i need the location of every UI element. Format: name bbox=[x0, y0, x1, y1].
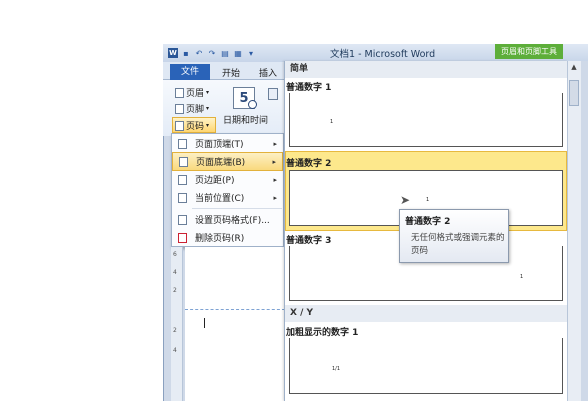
document-parts-icon[interactable] bbox=[268, 88, 278, 100]
ruler-mark: 2 bbox=[173, 287, 177, 294]
menu-item-page-margins[interactable]: 页边距(P) ▸ bbox=[172, 170, 283, 189]
footer-button[interactable]: 页脚 ▾ bbox=[175, 102, 209, 115]
undo-icon[interactable]: ↶ bbox=[194, 48, 204, 58]
gallery-item-bold-number-1[interactable]: 1/1 bbox=[289, 338, 563, 394]
page-top-icon bbox=[178, 138, 187, 149]
menu-item-top-of-page[interactable]: 页面顶端(T) ▸ bbox=[172, 134, 283, 153]
header-button[interactable]: 页眉 ▾ bbox=[175, 86, 209, 99]
gallery-item-label: 普通数字 2 bbox=[286, 159, 332, 169]
context-tab-header-footer-tools[interactable]: 页眉和页脚工具 bbox=[495, 44, 563, 59]
scroll-up-icon[interactable]: ▲ bbox=[568, 62, 580, 73]
mouse-pointer-icon: ➤ bbox=[400, 193, 411, 207]
menu-item-label: 删除页码(R) bbox=[195, 234, 245, 244]
page-number-glyph: 1 bbox=[426, 197, 430, 203]
window-title: 文档1 - Microsoft Word bbox=[330, 49, 436, 60]
text-cursor bbox=[204, 318, 205, 328]
menu-item-label: 页面顶端(T) bbox=[195, 140, 244, 150]
menu-item-label: 页边距(P) bbox=[195, 176, 235, 186]
vertical-ruler: 6 4 2 2 4 bbox=[171, 247, 183, 401]
document-page[interactable] bbox=[185, 247, 285, 401]
gallery-section-xy: X / Y bbox=[285, 305, 567, 322]
submenu-arrow-icon: ▸ bbox=[273, 175, 277, 184]
remove-page-number-icon bbox=[178, 232, 187, 243]
page-number-icon bbox=[175, 120, 184, 131]
footer-boundary-line bbox=[185, 309, 285, 310]
quick-access-toolbar: W ▪ ↶ ↷ ▤ ▦ ▾ bbox=[168, 46, 256, 60]
chevron-down-icon: ▾ bbox=[206, 105, 210, 112]
redo-icon[interactable]: ↷ bbox=[207, 48, 217, 58]
tab-file[interactable]: 文件 bbox=[170, 64, 210, 80]
date-time-label[interactable]: 日期和时间 bbox=[223, 113, 268, 126]
word-logo-icon[interactable]: W bbox=[168, 48, 178, 58]
tab-home[interactable]: 开始 bbox=[222, 66, 240, 79]
clock-icon bbox=[248, 100, 257, 109]
chevron-down-icon: ▾ bbox=[206, 122, 210, 129]
gallery-item-label: 普通数字 3 bbox=[286, 236, 332, 246]
menu-item-bottom-of-page[interactable]: 页面底端(B) ▸ bbox=[172, 152, 283, 171]
page-margin-icon bbox=[178, 174, 187, 185]
ruler-mark: 4 bbox=[173, 347, 177, 354]
tooltip-title: 普通数字 2 bbox=[405, 217, 451, 227]
submenu-arrow-icon: ▸ bbox=[272, 157, 276, 166]
save-icon[interactable]: ▪ bbox=[181, 48, 191, 58]
submenu-arrow-icon: ▸ bbox=[273, 193, 277, 202]
ruler-mark: 4 bbox=[173, 269, 177, 276]
ruler-mark: 6 bbox=[173, 251, 177, 258]
tooltip-body: 无任何格式或强调元素的页码 bbox=[411, 233, 505, 256]
page-number-glyph: 1/1 bbox=[332, 366, 341, 372]
ruler-mark: 2 bbox=[173, 327, 177, 334]
menu-item-format-page-numbers[interactable]: 设置页码格式(F)... bbox=[172, 210, 283, 229]
gallery-item-label: 加粗显示的数字 1 bbox=[286, 328, 359, 338]
gallery-section-simple: 简单 bbox=[285, 61, 567, 78]
menu-item-current-position[interactable]: 当前位置(C) ▸ bbox=[172, 188, 283, 207]
page-bottom-icon bbox=[179, 156, 188, 167]
format-page-number-icon bbox=[178, 214, 187, 225]
menu-item-label: 设置页码格式(F)... bbox=[195, 216, 270, 226]
page-number-label: 页码 bbox=[186, 122, 205, 132]
page-number-button-content[interactable]: 页码 ▾ bbox=[175, 119, 209, 132]
page-number-glyph: 1 bbox=[520, 274, 524, 280]
window-edge bbox=[581, 61, 588, 401]
current-position-icon bbox=[178, 192, 187, 203]
menu-item-label: 当前位置(C) bbox=[195, 194, 245, 204]
print-icon[interactable]: ▦ bbox=[233, 48, 243, 58]
chevron-down-icon: ▾ bbox=[206, 89, 210, 96]
gallery-item-plain-number-1[interactable]: 1 bbox=[289, 93, 563, 147]
page-number-glyph: 1 bbox=[330, 119, 334, 125]
menu-item-label: 页面底端(B) bbox=[196, 158, 246, 168]
scroll-thumb[interactable] bbox=[569, 80, 579, 106]
footer-icon bbox=[175, 103, 184, 114]
header-icon bbox=[175, 87, 184, 98]
menu-item-remove-page-numbers[interactable]: 删除页码(R) bbox=[172, 228, 283, 247]
open-icon[interactable]: ▤ bbox=[220, 48, 230, 58]
footer-label: 页脚 bbox=[186, 105, 205, 115]
submenu-arrow-icon: ▸ bbox=[273, 139, 277, 148]
tab-insert[interactable]: 插入 bbox=[259, 66, 277, 79]
header-label: 页眉 bbox=[186, 89, 205, 99]
gallery-item-label: 普通数字 1 bbox=[286, 83, 332, 93]
gallery-scrollbar[interactable] bbox=[567, 61, 581, 401]
menu-separator bbox=[192, 208, 282, 209]
customize-icon[interactable]: ▾ bbox=[246, 48, 256, 58]
